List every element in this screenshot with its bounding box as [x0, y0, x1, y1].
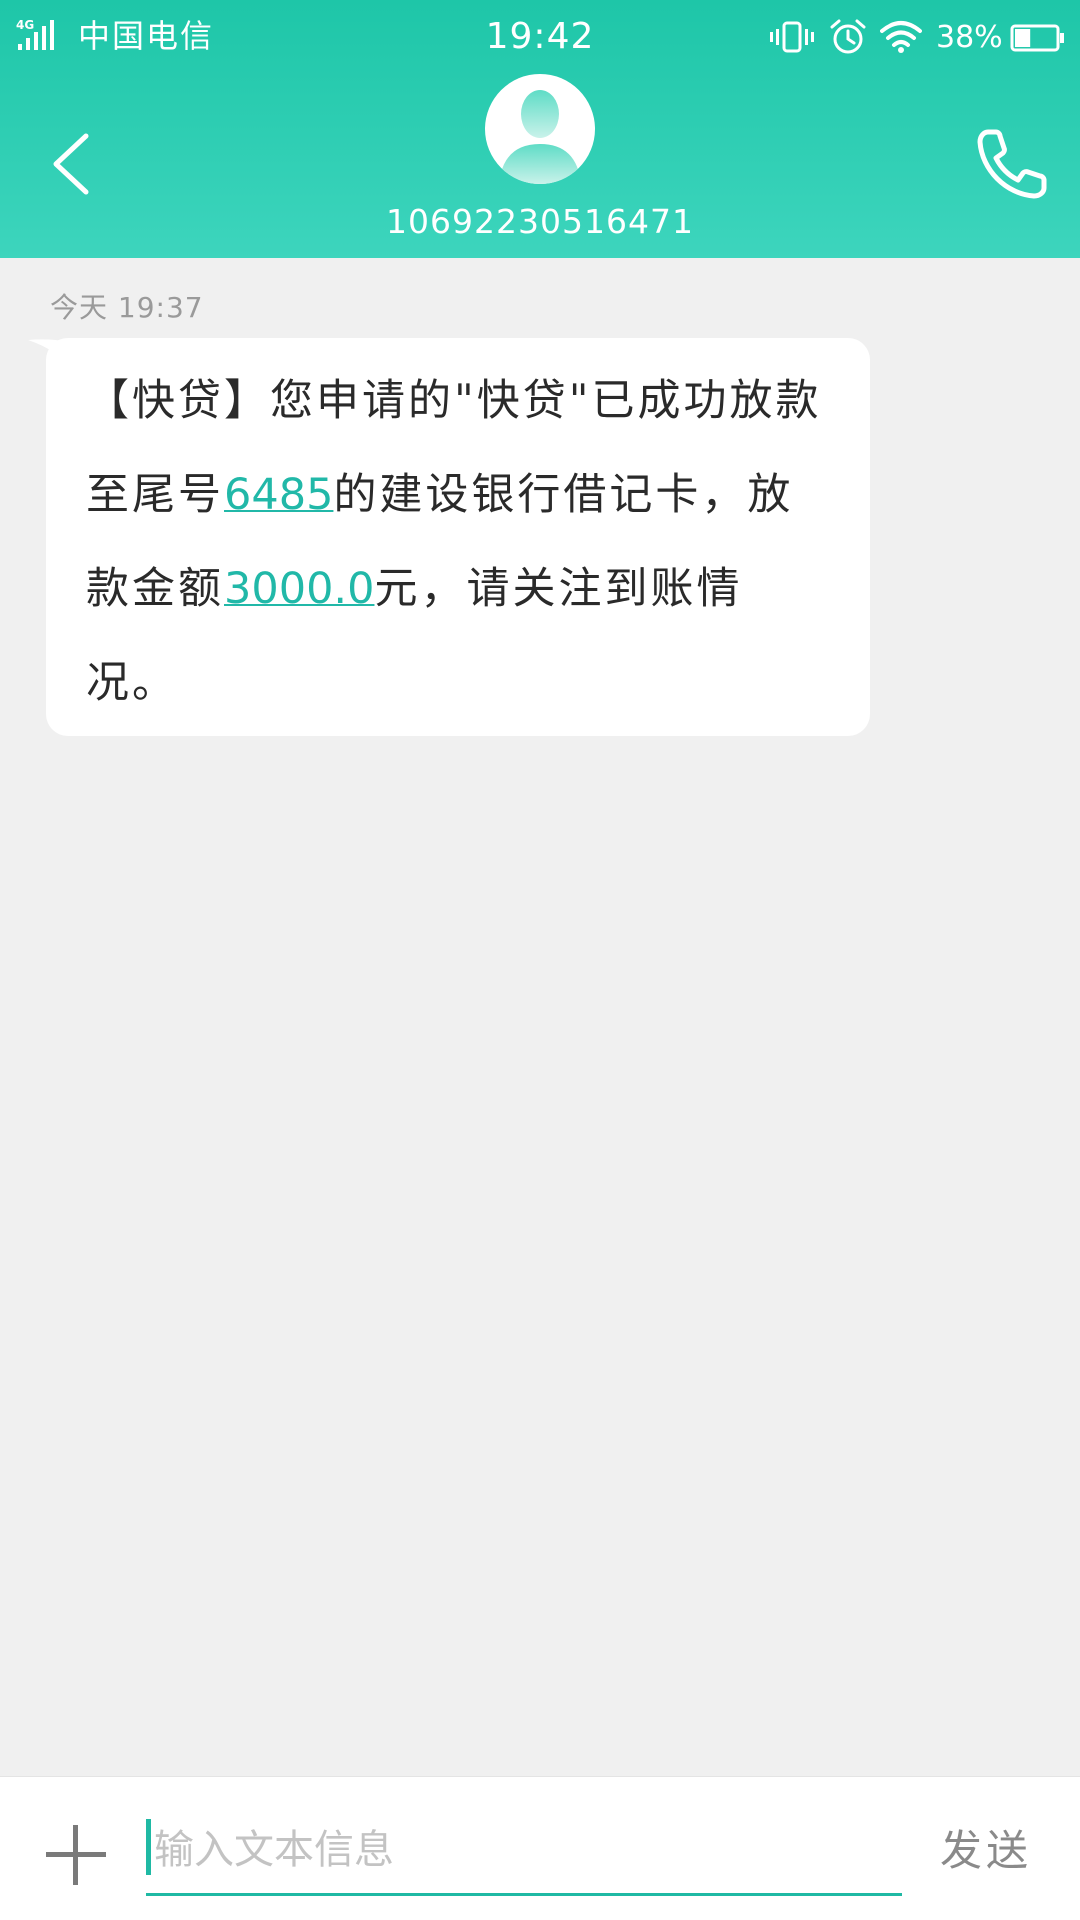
wifi-icon [880, 21, 922, 53]
amount-link[interactable]: 3000.0 [224, 564, 374, 614]
network-type: 4G [16, 18, 34, 32]
chevron-left-icon [53, 133, 89, 195]
carrier-name: 中国电信 [78, 17, 215, 55]
message-timestamp: 今天 19:37 [50, 291, 204, 324]
send-button[interactable]: 发送 [940, 1823, 1032, 1879]
attach-button[interactable] [44, 1823, 108, 1887]
battery-icon [1010, 24, 1064, 52]
compose-bar: 发送 [0, 1776, 1080, 1920]
call-button[interactable] [974, 126, 1050, 202]
card-number-link[interactable]: 6485 [224, 470, 333, 520]
message-input[interactable] [146, 1815, 902, 1885]
back-button[interactable] [40, 124, 110, 204]
person-avatar-icon [499, 90, 581, 184]
contact-number: 10692230516471 [386, 202, 694, 241]
status-bar: 4G 中国电信 19:42 38% [0, 0, 1080, 76]
status-time: 19:42 [485, 16, 595, 57]
message-bubble[interactable]: 【快贷】您申请的"快贷"已成功放款至尾号6485的建设银行借记卡，放款金额300… [46, 338, 870, 736]
signal-icon: 4G [16, 18, 54, 50]
vibrate-icon [770, 21, 814, 53]
battery-level-fill [1015, 29, 1031, 47]
sms-conversation-screen: 4G 中国电信 19:42 38% 10692230516471 今天 19:3… [0, 0, 1080, 1920]
battery-percent: 38% [936, 20, 1003, 55]
message-text: 【快贷】您申请的"快贷"已成功放款至尾号6485的建设银行借记卡，放款金额300… [86, 354, 830, 730]
plus-icon [46, 1825, 106, 1885]
text-cursor [146, 1819, 151, 1875]
contact-avatar[interactable] [485, 74, 595, 184]
header: 4G 中国电信 19:42 38% 10692230516471 [0, 0, 1080, 258]
phone-icon [977, 129, 1047, 199]
alarm-icon [830, 19, 866, 54]
input-underline [146, 1893, 902, 1896]
